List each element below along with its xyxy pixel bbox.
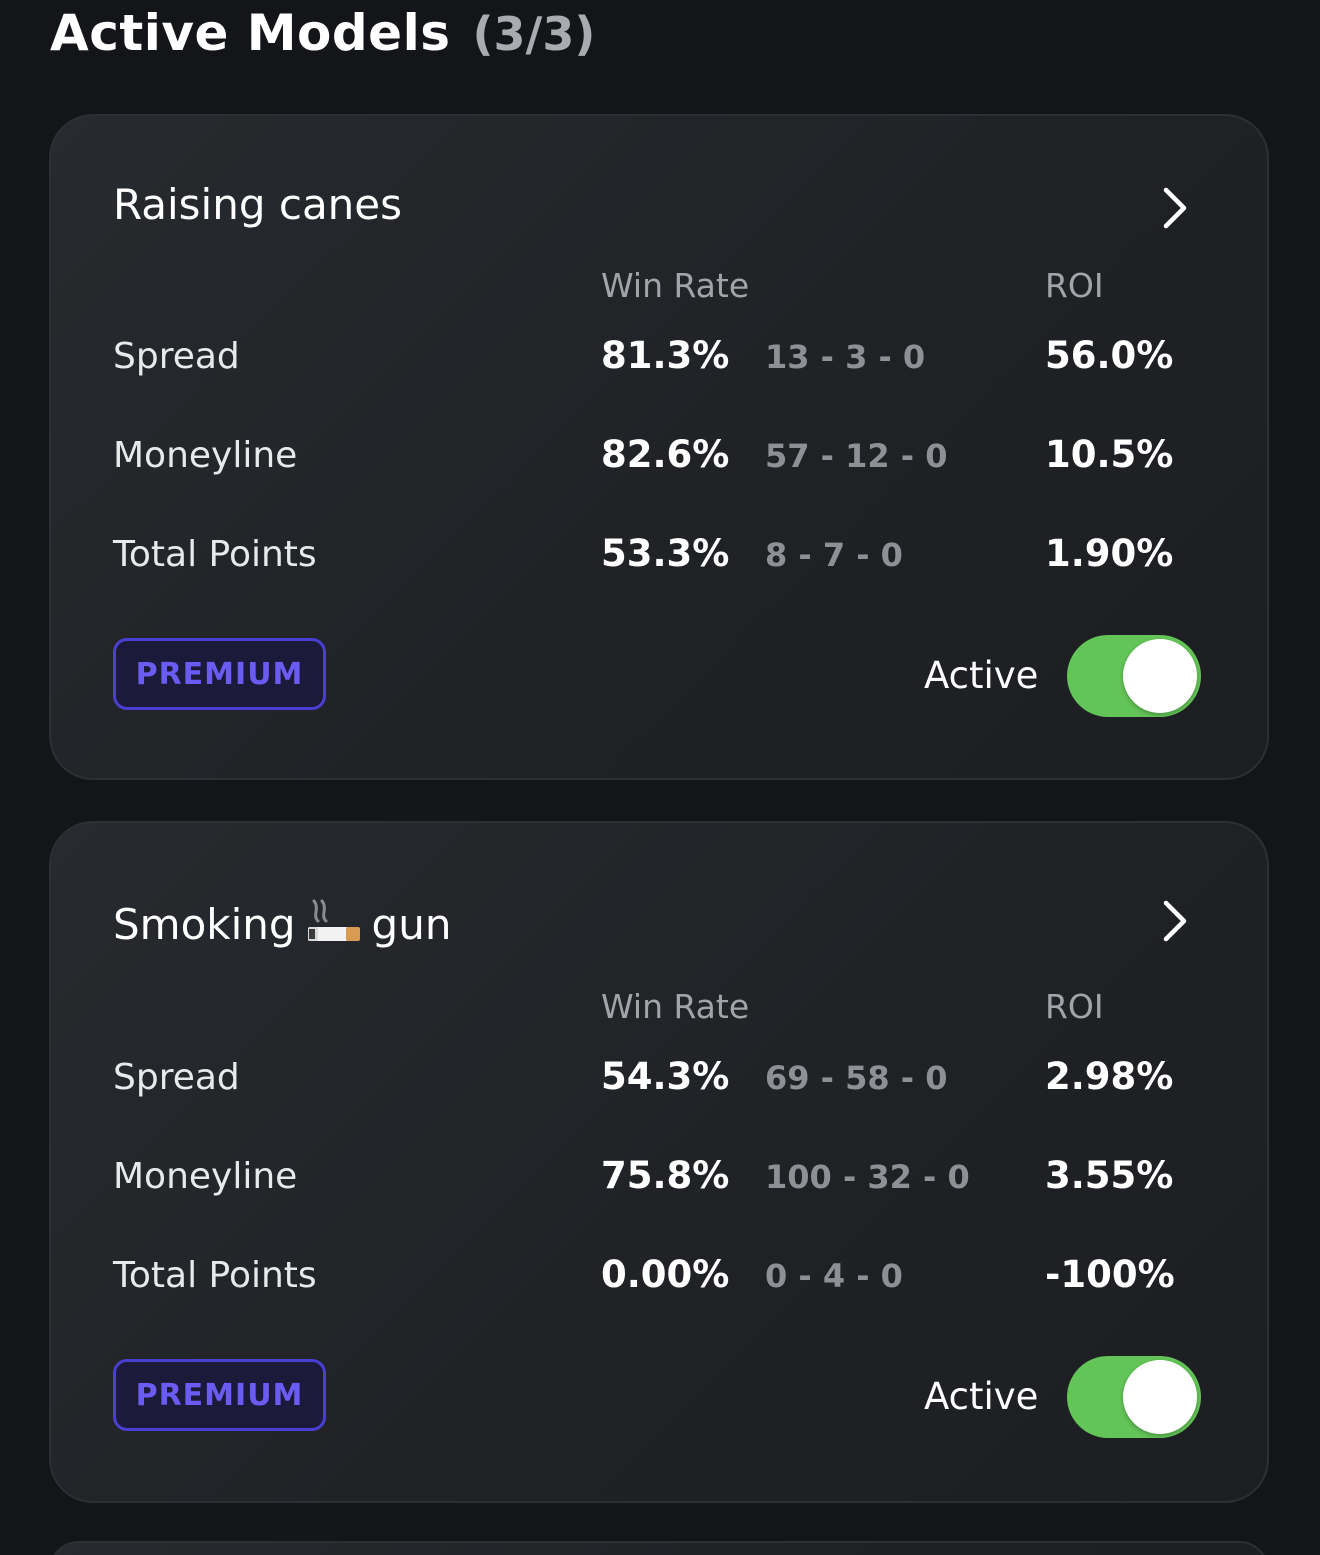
roi-header: ROI bbox=[1045, 987, 1104, 1026]
model-name-part: gun bbox=[371, 900, 452, 949]
active-label: Active bbox=[924, 1375, 1039, 1418]
roi-value: 3.55% bbox=[1045, 1154, 1174, 1197]
roi-value: 10.5% bbox=[1045, 433, 1174, 476]
win-rate-value: 82.6% bbox=[601, 433, 730, 476]
active-label: Active bbox=[924, 654, 1039, 697]
premium-badge: PREMIUM bbox=[113, 1359, 326, 1431]
roi-value: 1.90% bbox=[1045, 532, 1174, 575]
stat-row-spread: Spread 54.3% 69 - 58 - 0 2.98% bbox=[51, 1049, 1267, 1109]
record-value: 100 - 32 - 0 bbox=[765, 1158, 970, 1196]
model-name: Raising canes bbox=[113, 180, 403, 229]
win-rate-value: 81.3% bbox=[601, 334, 730, 377]
win-rate-value: 75.8% bbox=[601, 1154, 730, 1197]
model-name-part: Smoking bbox=[113, 900, 296, 949]
page: Active Models (3/3) Raising canes Win Ra… bbox=[0, 0, 1320, 1555]
page-title: Active Models bbox=[50, 4, 451, 62]
model-card-partial[interactable] bbox=[49, 1541, 1269, 1555]
stat-label: Spread bbox=[113, 336, 240, 377]
model-card-smoking-gun[interactable]: Smoking gun Win Rate ROI Spread 54.3% 69… bbox=[49, 821, 1269, 1503]
stat-label: Total Points bbox=[113, 1255, 317, 1296]
active-toggle[interactable] bbox=[1067, 1356, 1201, 1438]
record-value: 57 - 12 - 0 bbox=[765, 437, 948, 475]
win-rate-value: 53.3% bbox=[601, 532, 730, 575]
stat-label: Spread bbox=[113, 1057, 240, 1098]
record-value: 8 - 7 - 0 bbox=[765, 536, 903, 574]
chevron-right-icon[interactable] bbox=[1161, 186, 1189, 230]
toggle-knob bbox=[1123, 1360, 1197, 1434]
active-toggle[interactable] bbox=[1067, 635, 1201, 717]
stat-row-spread: Spread 81.3% 13 - 3 - 0 56.0% bbox=[51, 328, 1267, 388]
chevron-right-icon[interactable] bbox=[1161, 899, 1189, 943]
roi-header: ROI bbox=[1045, 266, 1104, 305]
win-rate-value: 0.00% bbox=[601, 1253, 730, 1296]
roi-value: 56.0% bbox=[1045, 334, 1174, 377]
win-rate-header: Win Rate bbox=[601, 266, 750, 305]
roi-value: 2.98% bbox=[1045, 1055, 1174, 1098]
premium-badge: PREMIUM bbox=[113, 638, 326, 710]
toggle-knob bbox=[1123, 639, 1197, 713]
stat-row-total-points: Total Points 0.00% 0 - 4 - 0 -100% bbox=[51, 1247, 1267, 1307]
stat-label: Moneyline bbox=[113, 435, 298, 476]
page-header: Active Models (3/3) bbox=[50, 4, 595, 68]
model-card-raising-canes[interactable]: Raising canes Win Rate ROI Spread 81.3% … bbox=[49, 114, 1269, 780]
record-value: 0 - 4 - 0 bbox=[765, 1257, 903, 1295]
model-count: (3/3) bbox=[472, 7, 596, 61]
cigarette-icon bbox=[307, 899, 360, 941]
stat-label: Moneyline bbox=[113, 1156, 298, 1197]
win-rate-header: Win Rate bbox=[601, 987, 750, 1026]
model-name: Smoking gun bbox=[113, 897, 451, 949]
stat-row-moneyline: Moneyline 82.6% 57 - 12 - 0 10.5% bbox=[51, 427, 1267, 487]
stat-row-moneyline: Moneyline 75.8% 100 - 32 - 0 3.55% bbox=[51, 1148, 1267, 1208]
win-rate-value: 54.3% bbox=[601, 1055, 730, 1098]
record-value: 69 - 58 - 0 bbox=[765, 1059, 948, 1097]
record-value: 13 - 3 - 0 bbox=[765, 338, 926, 376]
stat-label: Total Points bbox=[113, 534, 317, 575]
stat-row-total-points: Total Points 53.3% 8 - 7 - 0 1.90% bbox=[51, 526, 1267, 586]
roi-value: -100% bbox=[1045, 1253, 1175, 1296]
